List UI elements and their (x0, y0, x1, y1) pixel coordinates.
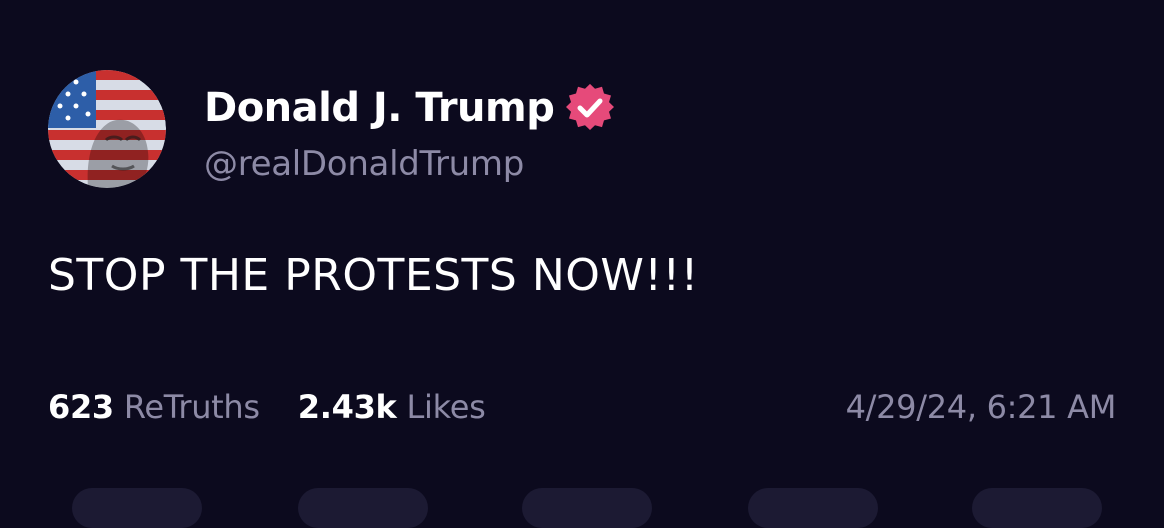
likes-label: Likes (406, 388, 486, 426)
truth-post: Donald J. Trump @realDonaldTrump STOP TH… (0, 0, 1164, 528)
author-identity: Donald J. Trump @realDonaldTrump (204, 83, 615, 184)
more-action[interactable] (972, 488, 1102, 528)
post-stats: 623 ReTruths 2.43k Likes (48, 388, 486, 426)
author-handle[interactable]: @realDonaldTrump (204, 144, 614, 184)
share-action[interactable] (748, 488, 878, 528)
retruths-stat[interactable]: 623 ReTruths (48, 388, 260, 426)
avatar[interactable] (48, 70, 166, 188)
likes-count: 2.43k (297, 388, 397, 426)
retruths-count: 623 (48, 388, 114, 426)
reply-action[interactable] (72, 488, 202, 528)
retruths-label: ReTruths (123, 388, 260, 426)
action-bar (0, 488, 1164, 528)
post-header: Donald J. Trump @realDonaldTrump (48, 70, 615, 188)
likes-stat[interactable]: 2.43k Likes (298, 388, 486, 426)
name-row: Donald J. Trump (204, 83, 615, 132)
post-text: STOP THE PROTESTS NOW!!! (48, 250, 699, 301)
author-display-name[interactable]: Donald J. Trump (204, 84, 555, 132)
retruth-action[interactable] (298, 488, 428, 528)
like-action[interactable] (522, 488, 652, 528)
verified-badge-icon (566, 83, 615, 132)
post-timestamp: 4/29/24, 6:21 AM (845, 388, 1117, 426)
